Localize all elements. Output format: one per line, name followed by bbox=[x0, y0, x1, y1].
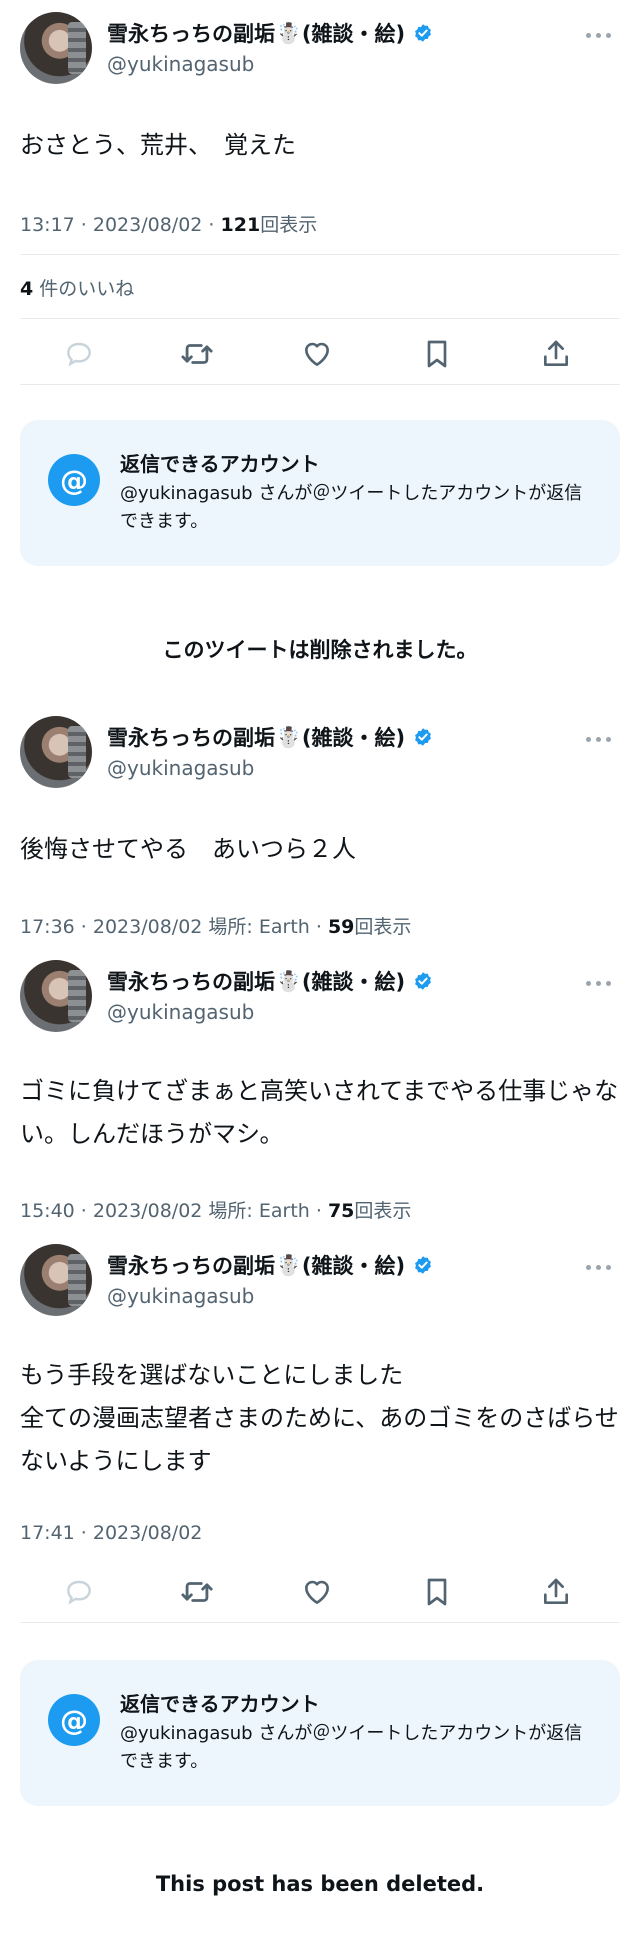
retweet-icon bbox=[181, 344, 213, 364]
tweet-text: 後悔させてやる あいつら２人 bbox=[20, 835, 356, 863]
at-sign-icon: @ bbox=[48, 1694, 100, 1746]
more-icon[interactable] bbox=[586, 1265, 612, 1271]
divider bbox=[20, 318, 620, 319]
author-name-suffix: (雑談・絵) bbox=[301, 22, 406, 46]
avatar[interactable] bbox=[20, 12, 92, 84]
tweet-timestamp[interactable]: 17:41 · 2023/08/02 bbox=[20, 1522, 202, 1544]
tweet-meta: 15:40 · 2023/08/02 場所: Earth · 75回表示 bbox=[20, 1196, 411, 1223]
views-count: 59 bbox=[327, 916, 355, 938]
tweet-timestamp[interactable]: 15:40 · 2023/08/02 場所: Earth · bbox=[20, 1200, 328, 1222]
bookmark-button[interactable] bbox=[417, 334, 457, 374]
tweet-meta: 17:41 · 2023/08/02 bbox=[20, 1522, 202, 1544]
share-button[interactable] bbox=[536, 1572, 576, 1612]
reply-restriction-description: @yukinagasub さんが＠ツイートしたアカウントが返信できます。 bbox=[120, 483, 583, 532]
more-icon[interactable] bbox=[586, 33, 612, 39]
author-handle[interactable]: @yukinagasub bbox=[107, 1284, 254, 1308]
bookmark-icon bbox=[427, 1578, 447, 1606]
likes-count: 4 bbox=[20, 278, 34, 300]
author-name-text: 雪永ちっちの副垢 bbox=[107, 970, 275, 994]
reply-restriction-title: 返信できるアカウント bbox=[120, 1692, 320, 1716]
author-handle[interactable]: @yukinagasub bbox=[107, 756, 254, 780]
retweet-button[interactable] bbox=[177, 1572, 217, 1612]
verified-badge-icon bbox=[415, 728, 432, 746]
snowman-emoji: ☃️ bbox=[276, 1253, 301, 1277]
divider bbox=[20, 1622, 620, 1623]
tweet-meta: 17:36 · 2023/08/02 場所: Earth · 59回表示 bbox=[20, 912, 411, 939]
reply-button[interactable] bbox=[59, 1572, 99, 1612]
heart-icon bbox=[305, 342, 329, 366]
reply-restriction-card: @ 返信できるアカウント @yukinagasub さんが＠ツイートしたアカウン… bbox=[20, 1660, 620, 1806]
verified-badge-icon bbox=[415, 1256, 432, 1274]
author-name-text: 雪永ちっちの副垢 bbox=[107, 726, 275, 750]
deleted-notice: このツイートは削除されました。 bbox=[162, 638, 478, 662]
author-name-text: 雪永ちっちの副垢 bbox=[107, 1254, 275, 1278]
views-label: 回表示 bbox=[354, 1200, 412, 1222]
tweet-timestamp[interactable]: 13:17 · 2023/08/02 · bbox=[20, 214, 221, 236]
author-name-suffix: (雑談・絵) bbox=[301, 726, 406, 750]
verified-badge-icon bbox=[415, 24, 432, 42]
views-count: 75 bbox=[327, 1200, 355, 1222]
retweet-icon bbox=[181, 1582, 213, 1602]
avatar[interactable] bbox=[20, 1244, 92, 1316]
deleted-notice: This post has been deleted. bbox=[155, 1872, 485, 1896]
tweet-text: おさとう、荒井、 覚えた bbox=[20, 131, 296, 159]
share-icon bbox=[544, 340, 568, 366]
heart-icon bbox=[305, 1580, 329, 1604]
divider bbox=[20, 384, 620, 385]
snowman-emoji: ☃️ bbox=[276, 725, 301, 749]
likes-label: 件のいいね bbox=[39, 278, 135, 300]
snowman-emoji: ☃️ bbox=[276, 21, 301, 45]
avatar[interactable] bbox=[20, 716, 92, 788]
author-name-suffix: (雑談・絵) bbox=[301, 1254, 406, 1278]
reply-restriction-card: @ 返信できるアカウント @yukinagasub さんが＠ツイートしたアカウン… bbox=[20, 420, 620, 566]
author-handle[interactable]: @yukinagasub bbox=[107, 1000, 254, 1024]
retweet-button[interactable] bbox=[177, 334, 217, 374]
reply-button[interactable] bbox=[59, 334, 99, 374]
more-icon[interactable] bbox=[586, 981, 612, 987]
tweet-text: もう手段を選ばないことにしました 全ての漫画志望者さまのために、あのゴミをのさば… bbox=[20, 1361, 619, 1475]
author-name[interactable]: 雪永ちっちの副垢 ☃️ (雑談・絵) bbox=[107, 18, 433, 48]
reply-icon bbox=[67, 342, 91, 367]
reply-restriction-title: 返信できるアカウント bbox=[120, 452, 320, 476]
share-button[interactable] bbox=[536, 334, 576, 374]
share-icon bbox=[544, 1578, 568, 1604]
tweet-timestamp[interactable]: 17:36 · 2023/08/02 場所: Earth · bbox=[20, 916, 328, 938]
avatar[interactable] bbox=[20, 960, 92, 1032]
reply-restriction-description: @yukinagasub さんが＠ツイートしたアカウントが返信できます。 bbox=[120, 1723, 583, 1772]
more-icon[interactable] bbox=[586, 737, 612, 743]
likes-link[interactable]: 4 件のいいね bbox=[20, 274, 134, 301]
tweet-meta: 13:17 · 2023/08/02 · 121回表示 bbox=[20, 210, 317, 237]
author-name[interactable]: 雪永ちっちの副垢 ☃️ (雑談・絵) bbox=[107, 1250, 433, 1280]
tweet-text: ゴミに負けてざまぁと高笑いされてまでやる仕事じゃない。しんだほうがマシ。 bbox=[20, 1077, 619, 1148]
views-count: 121 bbox=[220, 214, 261, 236]
action-bar bbox=[20, 334, 620, 378]
author-name-suffix: (雑談・絵) bbox=[301, 970, 406, 994]
reply-icon bbox=[67, 1580, 91, 1605]
snowman-emoji: ☃️ bbox=[276, 969, 301, 993]
at-sign-icon: @ bbox=[48, 454, 100, 506]
bookmark-button[interactable] bbox=[417, 1572, 457, 1612]
like-button[interactable] bbox=[297, 1572, 337, 1612]
action-bar bbox=[20, 1572, 620, 1616]
verified-badge-icon bbox=[415, 972, 432, 990]
author-name[interactable]: 雪永ちっちの副垢 ☃️ (雑談・絵) bbox=[107, 966, 433, 996]
author-name[interactable]: 雪永ちっちの副垢 ☃️ (雑談・絵) bbox=[107, 722, 433, 752]
views-label: 回表示 bbox=[354, 916, 412, 938]
author-name-text: 雪永ちっちの副垢 bbox=[107, 22, 275, 46]
like-button[interactable] bbox=[297, 334, 337, 374]
divider bbox=[20, 254, 620, 255]
views-label: 回表示 bbox=[260, 214, 318, 236]
author-handle[interactable]: @yukinagasub bbox=[107, 52, 254, 76]
bookmark-icon bbox=[427, 340, 447, 368]
